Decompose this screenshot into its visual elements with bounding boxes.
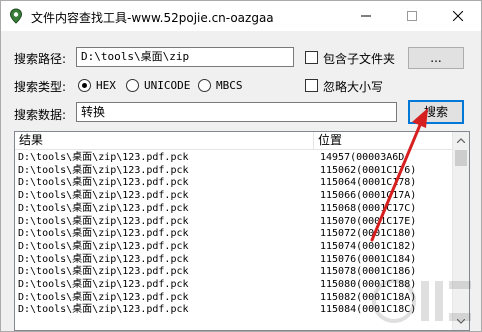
maximize-icon (407, 11, 417, 21)
search-data-input[interactable]: 转换 (76, 102, 397, 122)
result-path-cell: D:\tools\桌面\zip\123.pdf.pck (18, 291, 189, 303)
app-window: 文件内容查找工具-www.52pojie.cn-oazgaa 搜索路径: D:\… (0, 0, 482, 332)
result-path-cell: D:\tools\桌面\zip\123.pdf.pck (18, 164, 189, 176)
result-path-cell: D:\tools\桌面\zip\123.pdf.pck (18, 215, 189, 227)
include-subfolders-label: 包含子文件夹 (323, 52, 396, 66)
table-row[interactable]: D:\tools\桌面\zip\123.pdf.pck 115062(0001C1… (15, 165, 453, 178)
search-data-label: 搜索数据: (14, 108, 67, 122)
table-row[interactable]: D:\tools\桌面\zip\123.pdf.pck 115070(0001C1… (15, 216, 453, 229)
table-row[interactable]: D:\tools\桌面\zip\123.pdf.pck 14957(00003A6… (15, 152, 453, 165)
result-position-cell: 115070(0001C17E) (320, 215, 417, 227)
window-title: 文件内容查找工具-www.52pojie.cn-oazgaa (31, 11, 274, 25)
result-path-cell: D:\tools\桌面\zip\123.pdf.pck (18, 240, 189, 252)
radio-unicode[interactable] (126, 79, 139, 92)
result-path-cell: D:\tools\桌面\zip\123.pdf.pck (18, 266, 189, 278)
result-position-cell: 115064(0001C178) (320, 177, 417, 189)
close-button[interactable] (435, 1, 481, 31)
search-button[interactable]: 搜索 (408, 100, 464, 124)
search-path-input[interactable]: D:\tools\桌面\zip (76, 47, 294, 67)
radio-hex[interactable] (78, 79, 91, 92)
close-icon (453, 11, 463, 21)
table-row[interactable]: D:\tools\桌面\zip\123.pdf.pck 115076(0001C1… (15, 254, 453, 267)
radio-mbcs[interactable] (198, 79, 211, 92)
result-path-cell: D:\tools\桌面\zip\123.pdf.pck (18, 253, 189, 265)
app-icon (9, 8, 23, 24)
column-header-result[interactable]: 结果 (15, 132, 314, 149)
result-path-cell: D:\tools\桌面\zip\123.pdf.pck (18, 279, 189, 290)
minimize-icon (361, 15, 371, 17)
result-path-cell: D:\tools\桌面\zip\123.pdf.pck (18, 190, 189, 202)
column-header-position[interactable]: 位置 (314, 132, 453, 149)
maximize-button[interactable] (389, 1, 435, 31)
radio-hex-label: HEX (96, 79, 116, 92)
result-path-cell: D:\tools\桌面\zip\123.pdf.pck (18, 152, 189, 163)
table-row[interactable]: D:\tools\桌面\zip\123.pdf.pck 115072(0001C1… (15, 228, 453, 241)
title-bar[interactable]: 文件内容查找工具-www.52pojie.cn-oazgaa (1, 1, 481, 31)
table-row[interactable]: D:\tools\桌面\zip\123.pdf.pck 115066(0001C1… (15, 190, 453, 203)
header-divider (15, 149, 453, 150)
chevron-up-icon (457, 138, 465, 143)
search-path-label: 搜索路径: (14, 52, 67, 66)
result-path-cell: D:\tools\桌面\zip\123.pdf.pck (18, 177, 189, 189)
table-row[interactable]: D:\tools\桌面\zip\123.pdf.pck 115074(0001C1… (15, 241, 453, 254)
result-position-cell: 14957(00003A6D (320, 152, 405, 163)
include-subfolders-checkbox[interactable] (305, 51, 318, 64)
radio-unicode-label: UNICODE (144, 79, 191, 92)
table-row[interactable]: D:\tools\桌面\zip\123.pdf.pck 115064(0001C1… (15, 177, 453, 190)
search-type-label: 搜索类型: (14, 80, 67, 94)
result-position-cell: 115068(0001C17C) (320, 202, 417, 214)
table-row[interactable]: D:\tools\桌面\zip\123.pdf.pck 115068(0001C1… (15, 203, 453, 216)
scroll-up-button[interactable] (453, 132, 469, 149)
result-position-cell: 115062(0001C176) (320, 164, 417, 176)
watermark-logo (372, 279, 471, 323)
ignore-case-label: 忽略大小写 (323, 80, 384, 94)
result-path-cell: D:\tools\桌面\zip\123.pdf.pck (18, 202, 189, 214)
result-position-cell: 115074(0001C182) (320, 240, 417, 252)
result-path-cell: D:\tools\桌面\zip\123.pdf.pck (18, 228, 189, 240)
radio-mbcs-label: MBCS (216, 79, 243, 92)
browse-button[interactable]: ... (408, 47, 464, 69)
result-position-cell: 115066(0001C17A) (320, 190, 417, 202)
scrollbar-thumb[interactable] (455, 150, 467, 166)
result-position-cell: 115076(0001C184) (320, 253, 417, 265)
result-path-cell: D:\tools\桌面\zip\123.pdf.pck (18, 304, 189, 316)
ignore-case-checkbox[interactable] (305, 79, 318, 92)
result-position-cell: 115072(0001C180) (320, 228, 417, 240)
minimize-button[interactable] (343, 1, 389, 31)
